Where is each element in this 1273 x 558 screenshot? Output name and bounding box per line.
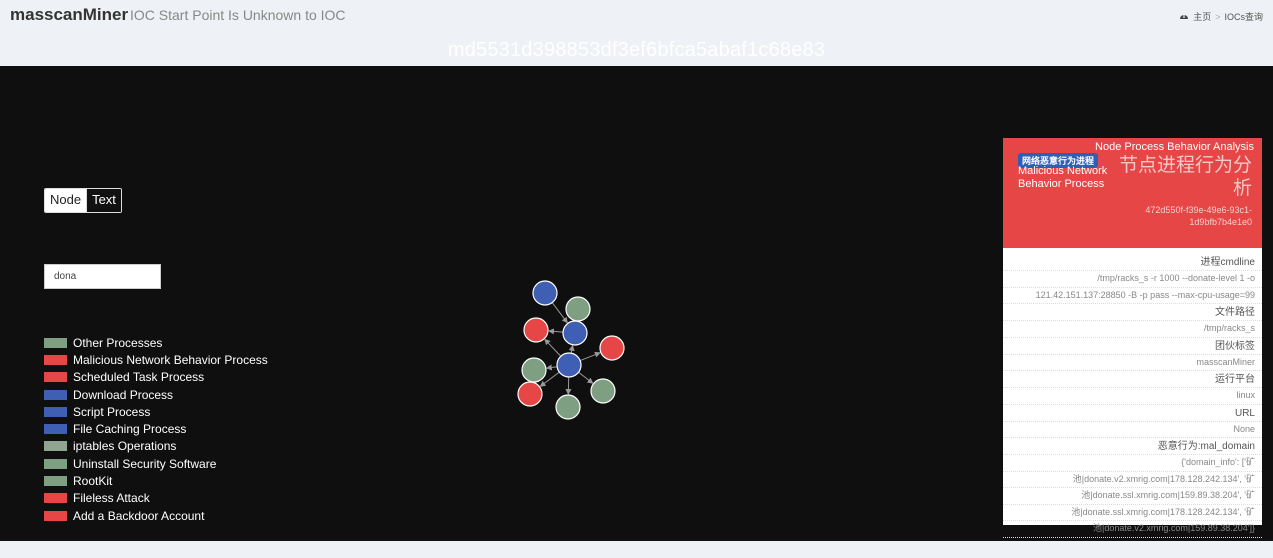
detail-value: 池|donate.v2.xmrig.com|178.128.242.134', … — [1003, 472, 1262, 488]
detail-value: masscanMiner — [1003, 355, 1262, 371]
hash-title: md5531d398853df3ef6bfca5abaf1c68e83 — [447, 39, 826, 61]
text-view-button[interactable]: Text — [86, 189, 121, 212]
legend-label: Script Process — [73, 404, 151, 419]
graph-node[interactable] — [517, 381, 543, 407]
legend-swatch — [44, 476, 67, 487]
graph-node[interactable] — [523, 317, 549, 343]
detail-label: 团伙标签 — [1003, 338, 1262, 355]
graph-edge — [568, 344, 575, 354]
legend-label: Uninstall Security Software — [73, 456, 217, 471]
breadcrumb-home-link[interactable]: 主页 — [1193, 10, 1211, 23]
legend-item[interactable]: Add a Backdoor Account — [44, 507, 268, 524]
legend-swatch — [44, 441, 67, 452]
legend-swatch — [44, 337, 67, 348]
graph-node[interactable] — [555, 394, 581, 420]
legend-item[interactable]: Script Process — [44, 403, 268, 420]
legend-item[interactable]: Scheduled Task Process — [44, 369, 268, 386]
legend-swatch — [44, 406, 67, 417]
graph-edge — [551, 302, 568, 324]
legend-swatch — [44, 458, 67, 469]
detail-label: 运行平台 — [1003, 371, 1262, 388]
detail-label: URL — [1003, 405, 1262, 422]
page-subtitle: IOC Start Point Is Unknown to IOC — [130, 7, 346, 23]
detail-value: 池|donate.ssl.xmrig.com|178.128.242.134',… — [1003, 505, 1262, 521]
node-id: 472d550f-f39e-49e6-93c1-1d9bfb7b4e1e0 — [1145, 205, 1252, 227]
legend-item[interactable]: iptables Operations — [44, 438, 268, 455]
graph-edge — [547, 328, 564, 335]
legend-item[interactable]: Download Process — [44, 386, 268, 403]
graph-node[interactable] — [590, 378, 616, 404]
detail-value: 池|donate.ssl.xmrig.com|159.89.38.204', '… — [1003, 488, 1262, 505]
legend-item[interactable]: Uninstall Security Software — [44, 455, 268, 472]
legend-swatch — [44, 510, 67, 521]
detail-value: /tmp/racks_s — [1003, 321, 1262, 338]
dashboard-icon — [1180, 15, 1189, 19]
detail-value: 池|donate.v2.xmrig.com|159.89.38.204']} — [1003, 521, 1262, 538]
detail-value: None — [1003, 422, 1262, 438]
legend-item[interactable]: Other Processes — [44, 334, 268, 351]
panel-title: Node Process Behavior Analysis — [1095, 141, 1254, 153]
breadcrumb-current[interactable]: IOCs查询 — [1224, 10, 1263, 23]
node-view-button[interactable]: Node — [45, 189, 87, 212]
panel-body: 进程cmdline/tmp/racks_s -r 1000 --donate-l… — [1003, 248, 1262, 538]
node-type-name: Malicious Network Behavior Process — [1018, 165, 1108, 190]
legend-swatch — [44, 372, 67, 383]
graph-edge — [544, 338, 562, 357]
detail-value: {'domain_info': ['矿 — [1003, 455, 1262, 472]
panel-big-title: 节点进程行为分析 — [1118, 155, 1252, 199]
legend-item[interactable]: RootKit — [44, 472, 268, 489]
detail-value: linux — [1003, 388, 1262, 405]
legend-label: RootKit — [73, 474, 113, 489]
graph-node[interactable] — [532, 280, 558, 306]
graph-edge — [579, 351, 601, 362]
legend-item[interactable]: Fileless Attack — [44, 490, 268, 507]
legend-label: Add a Backdoor Account — [73, 508, 205, 523]
legend-swatch — [44, 354, 67, 365]
legend-swatch — [44, 424, 67, 435]
legend-label: Fileless Attack — [73, 491, 150, 506]
graph-node[interactable] — [556, 352, 582, 378]
legend-label: Other Processes — [73, 335, 163, 350]
breadcrumb-separator: > — [1215, 11, 1221, 22]
app-name: masscanMiner — [10, 5, 129, 24]
legend-label: Malicious Network Behavior Process — [73, 352, 268, 367]
footer-bar — [0, 541, 1273, 558]
legend-swatch — [44, 389, 67, 400]
legend-swatch — [44, 493, 67, 504]
graph-stage[interactable]: Node Text Other Processes Malicious Netwo… — [0, 66, 1273, 541]
detail-value: 121.42.151.137:28850 -B -p pass --max-cp… — [1003, 288, 1262, 304]
header-bar: masscanMiner IOC Start Point Is Unknown … — [0, 0, 1273, 66]
node-detail-panel: Node Process Behavior Analysis 网络恶意行为进程 … — [1003, 138, 1262, 538]
panel-header: Node Process Behavior Analysis 网络恶意行为进程 … — [1003, 138, 1262, 248]
detail-label: 文件路径 — [1003, 304, 1262, 321]
legend-item[interactable]: Malicious Network Behavior Process — [44, 351, 268, 368]
graph-node[interactable] — [521, 357, 547, 383]
breadcrumb: 主页 > IOCs查询 — [1179, 10, 1263, 23]
legend-label: Scheduled Task Process — [73, 370, 205, 385]
legend: Other Processes Malicious Network Behavio… — [44, 334, 268, 524]
graph-node[interactable] — [599, 335, 625, 361]
view-toggle: Node Text — [44, 188, 122, 213]
detail-label: 恶意行为:mal_domain — [1003, 438, 1262, 455]
graph-node[interactable] — [562, 320, 588, 346]
graph-node[interactable] — [565, 296, 591, 322]
search-input[interactable] — [44, 264, 161, 289]
graph-edge — [578, 371, 594, 384]
legend-label: Download Process — [73, 387, 174, 402]
detail-value: /tmp/racks_s -r 1000 --donate-level 1 -o — [1003, 271, 1262, 288]
graph-edge — [545, 364, 558, 371]
legend-label: File Caching Process — [73, 422, 187, 437]
legend-item[interactable]: File Caching Process — [44, 420, 268, 437]
process-graph[interactable] — [500, 266, 660, 436]
legend-label: iptables Operations — [73, 439, 177, 454]
detail-label: 进程cmdline — [1003, 254, 1262, 271]
